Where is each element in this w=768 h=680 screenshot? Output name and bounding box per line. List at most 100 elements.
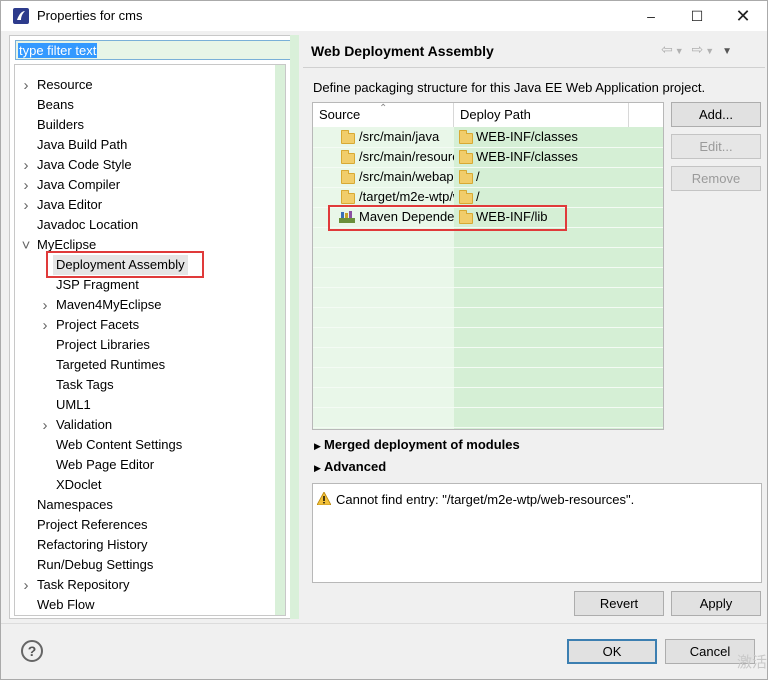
- chevron-right-icon[interactable]: ›: [21, 176, 31, 196]
- back-menu-icon[interactable]: ▼: [675, 46, 686, 56]
- close-icon[interactable]: ✕: [721, 1, 765, 31]
- tree-item[interactable]: Beans: [37, 95, 74, 115]
- tree-item[interactable]: Web Content Settings: [56, 435, 182, 455]
- help-icon[interactable]: ?: [21, 640, 43, 662]
- message-area: Cannot find entry: "/target/m2e-wtp/web-…: [312, 483, 762, 583]
- tree-item[interactable]: JSP Fragment: [56, 275, 139, 295]
- row-divider: [313, 287, 663, 288]
- folder-icon: [341, 170, 355, 184]
- chevron-right-icon[interactable]: ›: [21, 196, 31, 216]
- window-title: Properties for cms: [37, 8, 143, 23]
- tree-item[interactable]: Project References: [37, 515, 148, 535]
- minimize-icon[interactable]: –: [629, 1, 673, 31]
- row-divider: [313, 247, 663, 248]
- tree-item[interactable]: Task Tags: [56, 375, 114, 395]
- page-description: Define packaging structure for this Java…: [313, 80, 706, 95]
- folder-icon: [341, 130, 355, 144]
- header-filler: [629, 103, 663, 127]
- eclipse-icon: [13, 8, 29, 24]
- header-divider: [303, 67, 765, 68]
- chevron-right-icon[interactable]: ›: [21, 76, 31, 96]
- tree-scroll-gutter: [275, 65, 285, 615]
- warning-icon: [317, 492, 331, 505]
- footer-divider: [1, 623, 767, 624]
- tree-item[interactable]: Java Build Path: [37, 135, 127, 155]
- apply-button[interactable]: Apply: [671, 591, 761, 616]
- tree-item[interactable]: Targeted Runtimes: [56, 355, 165, 375]
- row-highlight-box: [328, 205, 567, 231]
- source-header[interactable]: Source ⌃: [313, 103, 454, 127]
- source-cell: /src/main/resources: [359, 149, 454, 164]
- folder-icon: [459, 170, 473, 184]
- tree-item[interactable]: Java Code Style: [37, 155, 132, 175]
- message-text: Cannot find entry: "/target/m2e-wtp/web-…: [336, 492, 635, 507]
- chevron-right-icon[interactable]: ›: [40, 316, 50, 336]
- page-nav: ⇦▼ ⇨▼ ▼: [661, 41, 734, 58]
- tree-item[interactable]: Javadoc Location: [37, 215, 138, 235]
- row-divider: [313, 327, 663, 328]
- tree-item[interactable]: Builders: [37, 115, 84, 135]
- tree-item[interactable]: Project Libraries: [56, 335, 150, 355]
- tree-item[interactable]: Validation: [56, 415, 112, 435]
- category-tree: › Resource Beans Builders Java Build Path › Ja…: [14, 64, 286, 616]
- add-button[interactable]: Add...: [671, 102, 761, 127]
- watermark-text: 激活: [737, 654, 768, 671]
- folder-icon: [341, 190, 355, 204]
- row-divider: [313, 307, 663, 308]
- tree-item[interactable]: Run/Debug Settings: [37, 555, 153, 575]
- tree-item[interactable]: Java Compiler: [37, 175, 120, 195]
- tree-item[interactable]: Project Facets: [56, 315, 139, 335]
- tree-item[interactable]: Maven4MyEclipse: [56, 295, 162, 315]
- revert-button[interactable]: Revert: [574, 591, 664, 616]
- tree-item[interactable]: Resource: [37, 75, 93, 95]
- forward-arrow-icon[interactable]: ⇨: [692, 41, 706, 57]
- pane-splitter[interactable]: [290, 35, 299, 619]
- page-title: Web Deployment Assembly: [311, 43, 494, 59]
- edit-button[interactable]: Edit...: [671, 134, 761, 159]
- expand-arrow-icon: ▶: [314, 441, 321, 451]
- deploy-path-cell: WEB-INF/classes: [476, 129, 578, 144]
- chevron-right-icon[interactable]: ›: [21, 576, 31, 596]
- deploy-path-cell: /: [476, 169, 480, 184]
- title-bar: Properties for cms – ☐ ✕: [1, 1, 767, 31]
- row-divider: [313, 267, 663, 268]
- chevron-right-icon[interactable]: ›: [40, 416, 50, 436]
- tree-item[interactable]: Task Repository: [37, 575, 129, 595]
- tree-item[interactable]: Web Page Editor: [56, 455, 154, 475]
- row-divider: [313, 427, 663, 428]
- source-cell: /target/m2e-wtp/web-resources: [359, 189, 454, 204]
- deploy-path-cell: WEB-INF/classes: [476, 149, 578, 164]
- filter-input[interactable]: type filter text: [15, 40, 295, 60]
- deploy-path-header[interactable]: Deploy Path: [454, 103, 629, 127]
- source-cell: /src/main/java: [359, 129, 440, 144]
- ok-button[interactable]: OK: [567, 639, 657, 664]
- tree-item[interactable]: Java Editor: [37, 195, 102, 215]
- row-divider: [313, 387, 663, 388]
- deploy-path-cell: /: [476, 189, 480, 204]
- forward-menu-icon[interactable]: ▼: [705, 46, 716, 56]
- properties-dialog: Properties for cms – ☐ ✕ type filter tex…: [0, 0, 768, 680]
- sort-ascending-icon: ⌃: [379, 103, 388, 114]
- remove-button[interactable]: Remove: [671, 166, 761, 191]
- tree-item[interactable]: UML1: [56, 395, 91, 415]
- tree-item[interactable]: Refactoring History: [37, 535, 148, 555]
- folder-icon: [459, 150, 473, 164]
- source-cell: /src/main/webapp: [359, 169, 454, 184]
- chevron-right-icon[interactable]: ›: [21, 156, 31, 176]
- tree-item[interactable]: Web Flow: [37, 595, 95, 615]
- assembly-table[interactable]: Source ⌃ Deploy Path /src/main/java WEB-I…: [312, 102, 664, 430]
- tree-item[interactable]: Deployment Assembly: [53, 255, 188, 275]
- expand-arrow-icon: ▶: [314, 463, 321, 473]
- chevron-right-icon[interactable]: ›: [40, 296, 50, 316]
- tree-item[interactable]: Namespaces: [37, 495, 113, 515]
- tree-item[interactable]: XDoclet: [56, 475, 102, 495]
- row-divider: [313, 407, 663, 408]
- filter-text[interactable]: type filter text: [18, 43, 98, 58]
- maximize-icon[interactable]: ☐: [675, 1, 719, 31]
- advanced-section[interactable]: ▶ Advanced: [314, 459, 386, 474]
- row-divider: [313, 367, 663, 368]
- merged-deployment-section[interactable]: ▶ Merged deployment of modules: [314, 437, 520, 452]
- chevron-down-icon[interactable]: ˅: [21, 236, 31, 256]
- chevron-down-icon[interactable]: ▼: [722, 46, 734, 57]
- back-arrow-icon[interactable]: ⇦: [661, 41, 675, 57]
